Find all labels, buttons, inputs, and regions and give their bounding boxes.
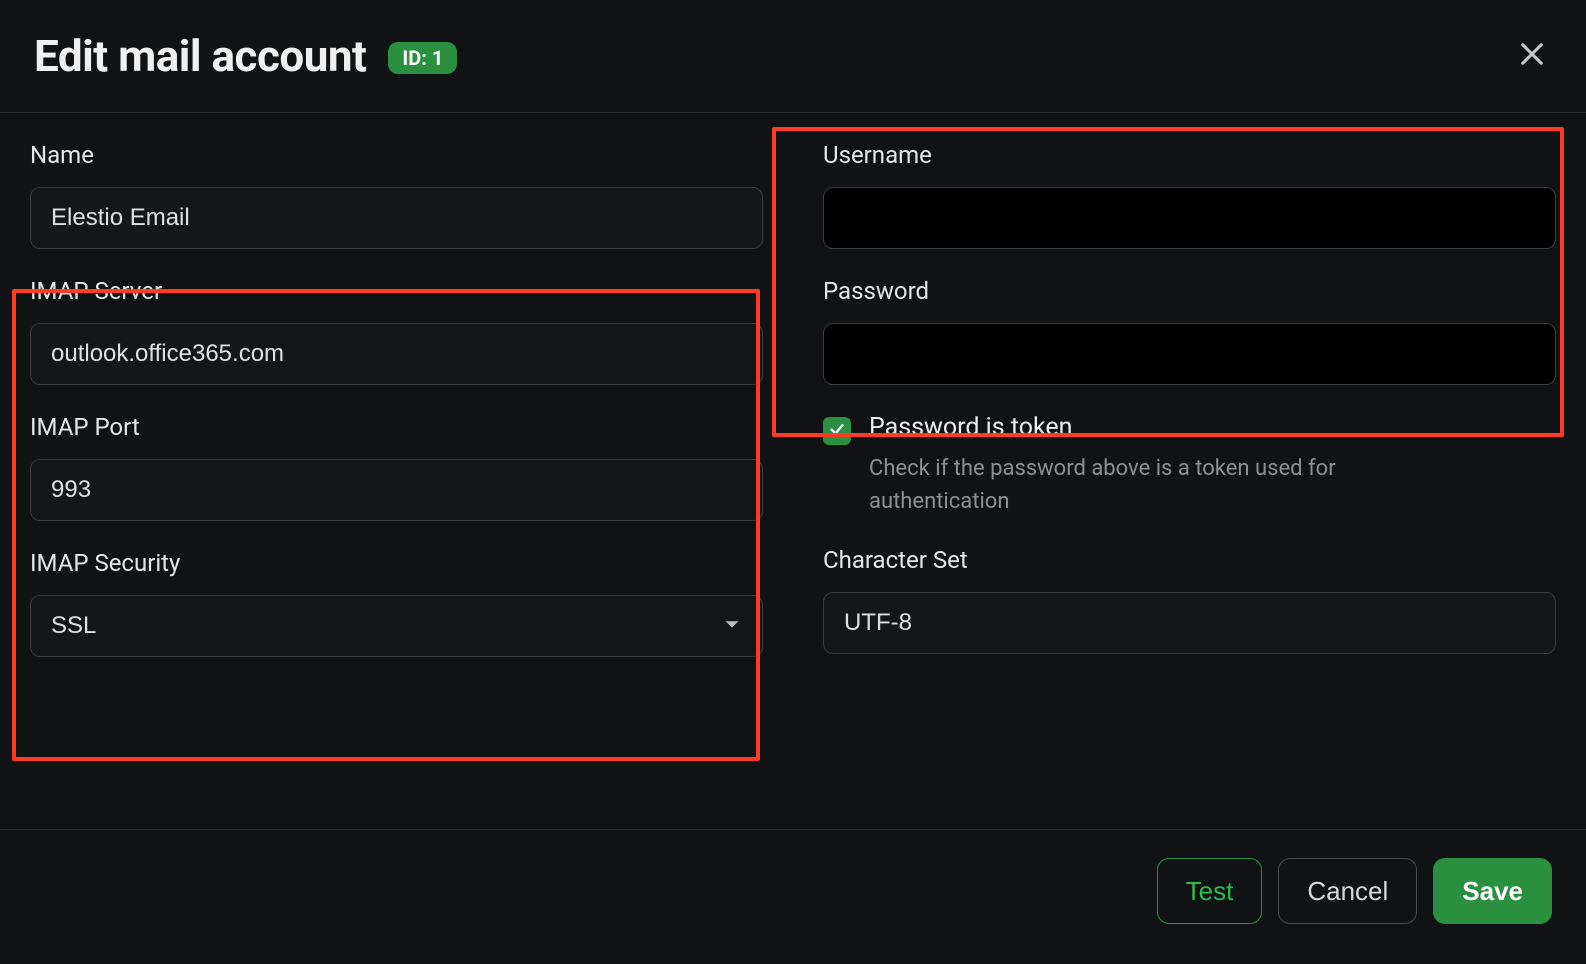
imap-security-select-wrap bbox=[30, 595, 763, 657]
check-icon bbox=[828, 420, 846, 442]
field-imap-security: IMAP Security bbox=[22, 549, 771, 657]
field-charset: Character Set bbox=[815, 546, 1564, 654]
username-input[interactable] bbox=[823, 187, 1556, 249]
test-button[interactable]: Test bbox=[1157, 858, 1263, 924]
imap-security-label: IMAP Security bbox=[30, 549, 763, 577]
close-icon bbox=[1516, 38, 1548, 74]
charset-label: Character Set bbox=[823, 546, 1556, 574]
right-column: Username Password Password is token Chec… bbox=[815, 141, 1564, 809]
password-is-token-text: Password is token Check if the password … bbox=[869, 413, 1429, 518]
modal-footer: Test Cancel Save bbox=[0, 829, 1586, 964]
field-password: Password bbox=[815, 277, 1564, 385]
name-input[interactable] bbox=[30, 187, 763, 249]
field-imap-port: IMAP Port bbox=[22, 413, 771, 521]
password-is-token-label: Password is token bbox=[869, 413, 1429, 442]
field-name: Name bbox=[22, 141, 771, 249]
left-column: Name IMAP Server IMAP Port IMAP Security bbox=[22, 141, 771, 809]
password-label: Password bbox=[823, 277, 1556, 305]
password-is-token-checkbox[interactable] bbox=[823, 417, 851, 445]
imap-server-label: IMAP Server bbox=[30, 277, 763, 305]
imap-port-input[interactable] bbox=[30, 459, 763, 521]
name-label: Name bbox=[30, 141, 763, 169]
charset-input[interactable] bbox=[823, 592, 1556, 654]
field-imap-server: IMAP Server bbox=[22, 277, 771, 385]
password-is-token-desc: Check if the password above is a token u… bbox=[869, 452, 1429, 518]
modal-title: Edit mail account bbox=[34, 30, 366, 82]
field-password-is-token: Password is token Check if the password … bbox=[815, 413, 1564, 518]
modal-body: Name IMAP Server IMAP Port IMAP Security bbox=[0, 113, 1586, 829]
imap-server-input[interactable] bbox=[30, 323, 763, 385]
modal-header: Edit mail account ID: 1 bbox=[0, 0, 1586, 113]
cancel-button[interactable]: Cancel bbox=[1278, 858, 1417, 924]
save-button[interactable]: Save bbox=[1433, 858, 1552, 924]
imap-port-label: IMAP Port bbox=[30, 413, 763, 441]
edit-mail-account-modal: Edit mail account ID: 1 Name IMAP Server… bbox=[0, 0, 1586, 964]
id-badge: ID: 1 bbox=[388, 42, 457, 74]
field-username: Username bbox=[815, 141, 1564, 249]
imap-security-select[interactable] bbox=[30, 595, 763, 657]
username-label: Username bbox=[823, 141, 1556, 169]
password-input[interactable] bbox=[823, 323, 1556, 385]
close-button[interactable] bbox=[1512, 36, 1552, 76]
